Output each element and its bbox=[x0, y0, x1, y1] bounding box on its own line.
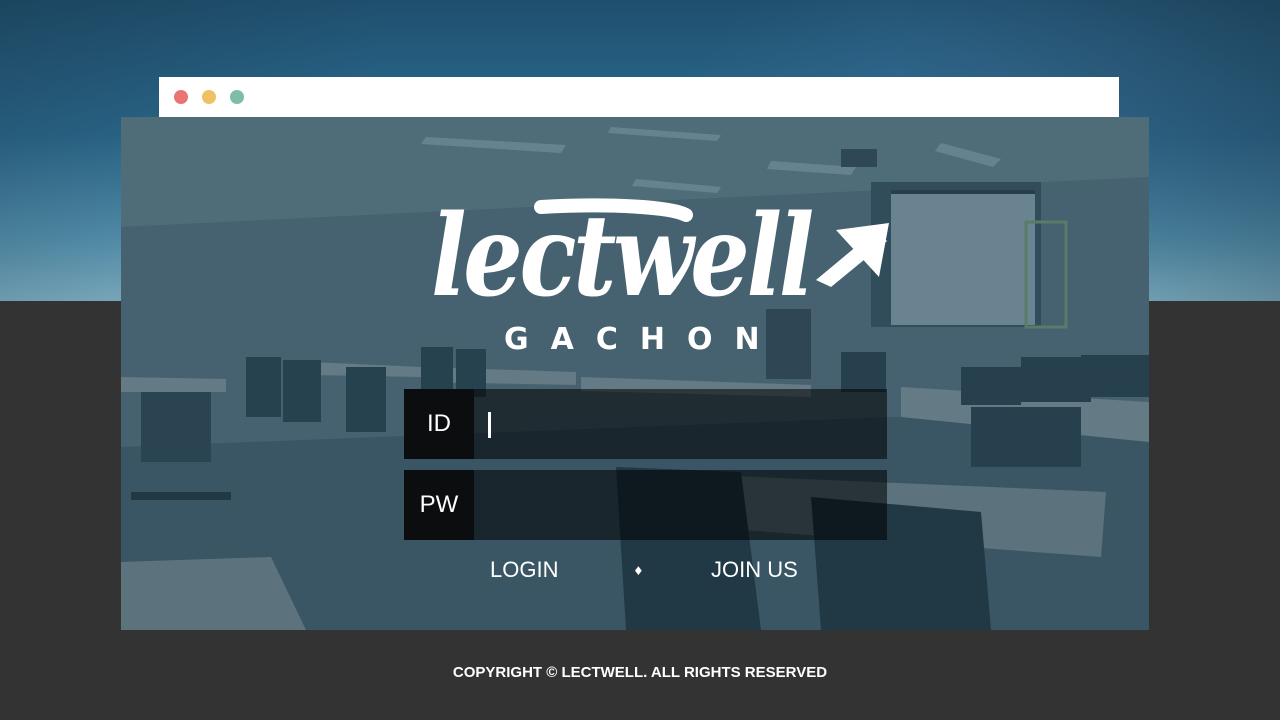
login-button[interactable]: LOGIN bbox=[490, 551, 558, 589]
id-field[interactable]: ID bbox=[404, 389, 887, 459]
pw-field[interactable]: PW bbox=[404, 470, 887, 540]
pw-label: PW bbox=[404, 470, 474, 540]
copyright-text: COPYRIGHT © LECTWELL. ALL RIGHTS RESERVE… bbox=[452, 664, 828, 681]
classroom-hero: lectwell GACHON ID PW LOGIN ♦ JOIN US bbox=[121, 117, 1149, 630]
pw-input[interactable] bbox=[474, 470, 887, 540]
login-actions: LOGIN ♦ JOIN US bbox=[404, 551, 887, 591]
lectwell-logo: lectwell bbox=[431, 191, 889, 315]
text-caret bbox=[488, 412, 491, 438]
brand-subtitle: GACHON bbox=[504, 322, 782, 357]
join-us-button[interactable]: JOIN US bbox=[711, 551, 798, 589]
id-label: ID bbox=[404, 389, 474, 459]
window-minimize-dot[interactable] bbox=[202, 90, 216, 104]
separator-diamond-icon: ♦ bbox=[633, 564, 644, 578]
window-title-bar bbox=[159, 77, 1119, 117]
id-input[interactable] bbox=[474, 389, 887, 459]
window-close-dot[interactable] bbox=[174, 90, 188, 104]
window-maximize-dot[interactable] bbox=[230, 90, 244, 104]
